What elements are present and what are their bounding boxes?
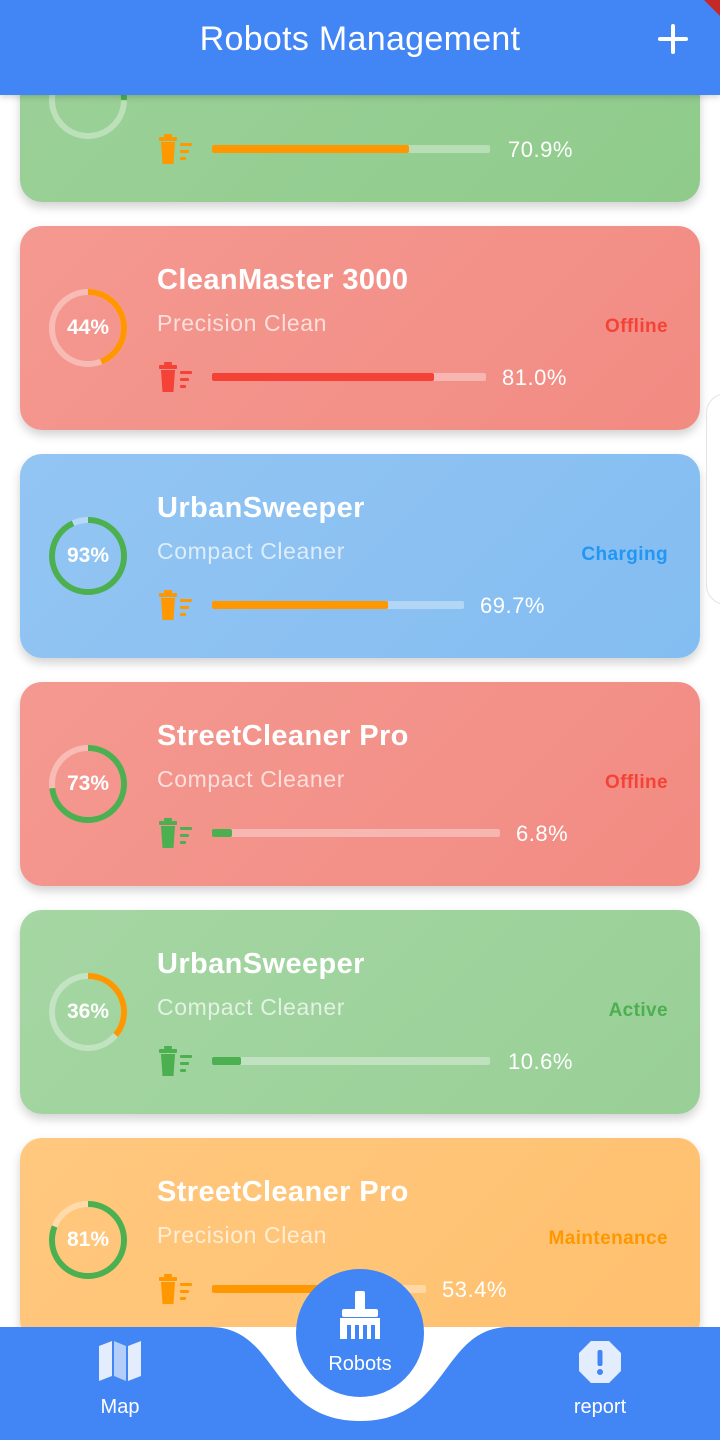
bin-level-fill (212, 145, 410, 153)
bin-level-percent: 69.7% (480, 593, 545, 618)
battery-percent: 73% (66, 772, 110, 795)
battery-percent: 93% (66, 544, 110, 567)
robot-name: CleanMaster 3000 (157, 264, 409, 296)
trash-bin-icon (159, 362, 192, 392)
robot-name: UrbanSweeper (157, 492, 365, 524)
trash-bin-icon (159, 1046, 192, 1076)
bin-level-percent: 10.6% (508, 1049, 573, 1074)
bin-level-bar (212, 829, 500, 837)
status-badge: Maintenance (548, 1228, 668, 1249)
trash-bin-icon (159, 818, 192, 848)
bin-level-fill (212, 1057, 242, 1065)
robot-name: StreetCleaner Pro (157, 720, 409, 752)
map-icon (99, 1341, 141, 1381)
robot-model: Compact Cleaner (157, 538, 345, 564)
bin-level-bar (212, 373, 486, 381)
bin-level-bar (212, 1057, 490, 1065)
robot-model: Precision Clean (157, 310, 328, 336)
battery-percent: 36% (66, 1000, 110, 1023)
bin-level-bar (212, 145, 490, 153)
robot-model: Compact Cleaner (157, 766, 345, 792)
bin-level-percent: 53.4% (442, 1277, 507, 1302)
side-panel-edge[interactable] (706, 393, 720, 605)
bin-level-fill (212, 373, 434, 381)
bin-level-bar (212, 601, 464, 609)
bin-level-percent: 70.9% (508, 137, 573, 162)
nav-label-report: report (573, 1396, 627, 1418)
status-badge: Offline (605, 772, 668, 793)
robot-card[interactable]: 44% CleanMaster 3000 Precision Clean Offlin… (20, 226, 700, 430)
nav-item-robots[interactable]: Robots (296, 1269, 424, 1397)
trash-bin-icon (159, 1274, 192, 1304)
trash-bin-icon (159, 590, 192, 620)
status-badge: Active (608, 1000, 668, 1021)
robot-model: Precision Clean (157, 1222, 328, 1248)
broom-icon (340, 1291, 380, 1339)
battery-percent: 81% (66, 1228, 110, 1251)
bin-level-fill (212, 829, 232, 837)
status-badge: Offline (605, 316, 668, 337)
add-robot-button[interactable] (656, 22, 690, 56)
robot-card[interactable]: 73% StreetCleaner Pro Compact Cleaner Offli… (20, 682, 700, 886)
nav-item-map[interactable]: Map (80, 1337, 160, 1432)
trash-bin-icon (159, 134, 192, 164)
bin-level-fill (212, 1285, 327, 1293)
status-badge: Charging (581, 544, 668, 565)
bin-level-percent: 6.8% (516, 821, 569, 846)
battery-percent: 44% (66, 316, 110, 339)
bin-level-fill (212, 601, 388, 609)
robot-card[interactable]: 36% UrbanSweeper Compact Cleaner Active 10.6… (20, 910, 700, 1114)
bin-level-percent: 81.0% (502, 365, 567, 390)
app-bar: Robots Management (0, 0, 720, 95)
battery-percent (48, 95, 128, 140)
page-title: Robots Management (199, 20, 521, 58)
robot-list[interactable]: 70.9% 44% CleanMaster 3000 Precision Clean O… (0, 95, 720, 1327)
robot-name: UrbanSweeper (157, 948, 365, 980)
robot-name: StreetCleaner Pro (157, 1176, 409, 1208)
debug-banner (704, 0, 720, 16)
nav-label-robots: Robots (328, 1353, 392, 1375)
alert-octagon-icon (579, 1341, 621, 1383)
robot-model: Compact Cleaner (157, 994, 345, 1020)
nav-label-map: Map (100, 1396, 140, 1418)
robot-card[interactable]: 93% UrbanSweeper Compact Cleaner Charging 69… (20, 454, 700, 658)
robot-card[interactable]: 70.9% (20, 95, 700, 202)
nav-item-report[interactable]: report (550, 1337, 650, 1432)
